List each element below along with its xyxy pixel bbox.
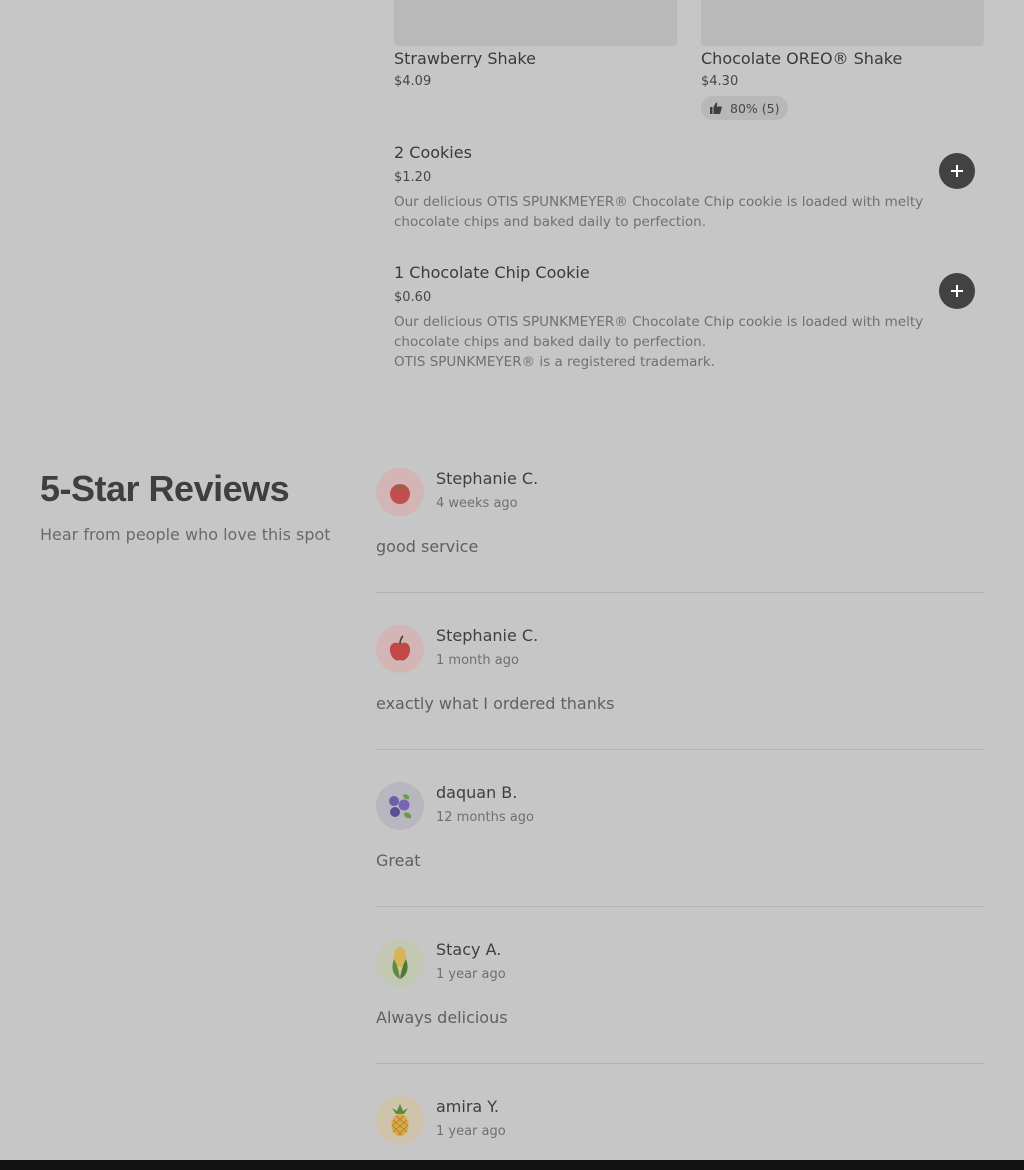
thumbs-up-icon	[710, 102, 722, 114]
review-time: 1 year ago	[436, 967, 506, 982]
tomato-icon	[390, 484, 410, 504]
card-price: $4.09	[394, 74, 432, 89]
oreo-shake-image[interactable]	[701, 0, 984, 46]
reviewer-name: Stephanie C.	[436, 626, 539, 645]
item-price: $1.20	[394, 170, 432, 185]
divider	[376, 906, 984, 907]
rating-badge: 80% (5)	[701, 96, 789, 120]
card-name[interactable]: Strawberry Shake	[394, 49, 536, 68]
avatar	[376, 782, 424, 830]
item-description: Our delicious OTIS SPUNKMEYER® Chocolate…	[394, 314, 924, 350]
item-name[interactable]: 1 Chocolate Chip Cookie	[394, 263, 590, 282]
item-description: Our delicious OTIS SPUNKMEYER® Chocolate…	[394, 194, 924, 230]
add-item-button[interactable]	[939, 273, 975, 309]
item-note: OTIS SPUNKMEYER® is a registered tradema…	[394, 354, 716, 370]
avatar	[376, 468, 424, 516]
avatar	[376, 1096, 424, 1144]
avatar	[376, 939, 424, 987]
reviewer-name: amira Y.	[436, 1097, 499, 1116]
reviews-title: 5-Star Reviews	[40, 468, 290, 509]
review-time: 12 months ago	[436, 810, 534, 825]
plus-icon	[951, 165, 963, 177]
review-text: Great	[376, 851, 421, 870]
item-price: $0.60	[394, 290, 432, 305]
review-time: 1 month ago	[436, 653, 519, 668]
plus-icon	[951, 285, 963, 297]
reviewer-name: daquan B.	[436, 783, 518, 802]
review-text: exactly what I ordered thanks	[376, 694, 615, 713]
rating-text: 80% (5)	[730, 100, 780, 116]
reviewer-name: Stacy A.	[436, 940, 502, 959]
blueberries-icon	[389, 794, 412, 819]
reviewer-name: Stephanie C.	[436, 469, 539, 488]
card-price: $4.30	[701, 74, 739, 89]
reviews-subtitle: Hear from people who love this spot	[40, 525, 331, 544]
apple-icon	[389, 635, 411, 661]
item-name[interactable]: 2 Cookies	[394, 143, 472, 162]
corn-icon	[392, 947, 408, 979]
strawberry-shake-image[interactable]	[394, 0, 677, 46]
divider	[376, 1063, 984, 1064]
add-item-button[interactable]	[939, 153, 975, 189]
review-time: 4 weeks ago	[436, 496, 518, 511]
review-time: 1 year ago	[436, 1124, 506, 1139]
avatar	[376, 625, 424, 673]
review-text: Always delicious	[376, 1008, 508, 1027]
divider	[376, 749, 984, 750]
card-name[interactable]: Chocolate OREO® Shake	[701, 49, 902, 68]
divider	[376, 592, 984, 593]
review-text: good service	[376, 537, 479, 556]
bottom-bar	[0, 1160, 1024, 1170]
pineapple-icon	[391, 1104, 409, 1136]
